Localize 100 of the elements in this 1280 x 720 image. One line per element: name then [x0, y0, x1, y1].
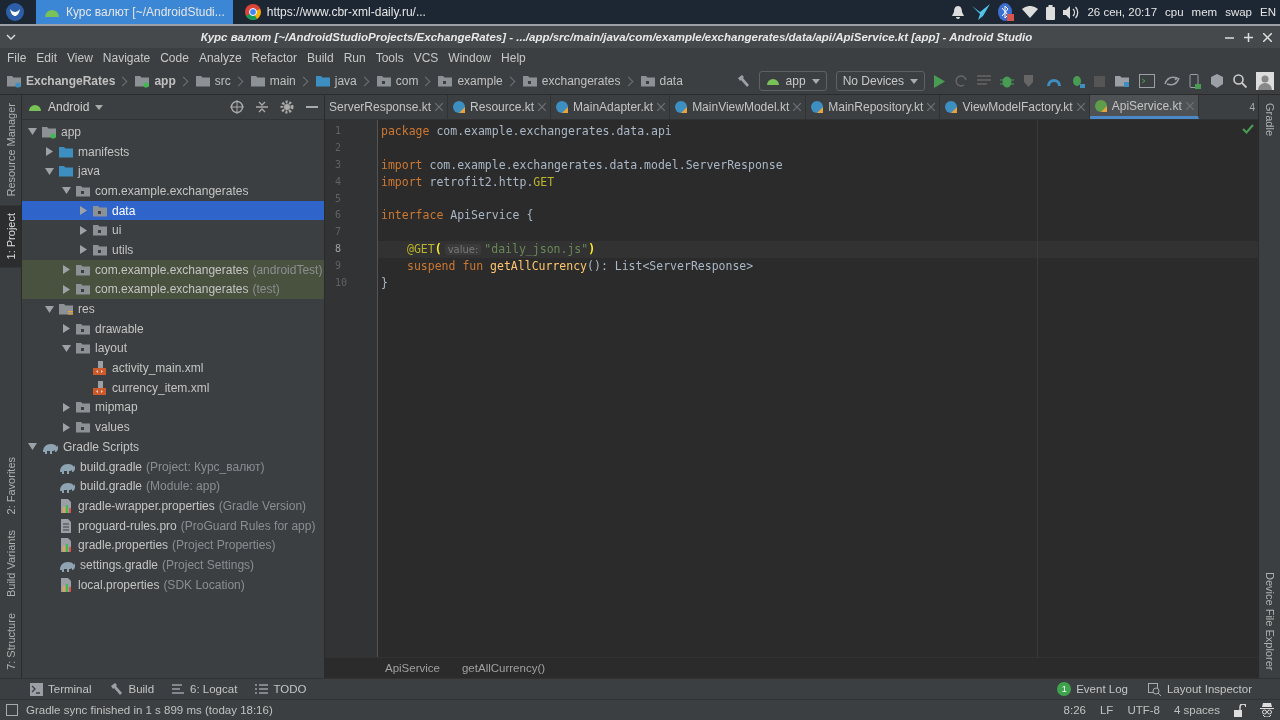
tree-item[interactable]: java	[22, 161, 324, 182]
user-icon[interactable]	[1256, 72, 1274, 90]
editor-tab[interactable]: Resource.kt	[448, 95, 552, 119]
tool-window-tab[interactable]: 1: Project	[0, 204, 21, 268]
menu-item[interactable]: Tools	[370, 51, 409, 65]
breadcrumb[interactable]: src	[194, 74, 231, 88]
tool-window-tab[interactable]: 6: Logcat	[172, 683, 238, 695]
editor-tab[interactable]: MainAdapter.kt	[551, 95, 671, 119]
collapsed-arrow-icon[interactable]	[62, 324, 71, 334]
tool-window-tab[interactable]: Resource Manager	[0, 95, 21, 205]
bug-icon[interactable]	[1000, 74, 1014, 88]
tree-item[interactable]: manifests	[22, 141, 324, 162]
status-item[interactable]: UTF-8	[1127, 704, 1160, 716]
editor-tab[interactable]: ServerResponse.kt	[325, 95, 449, 119]
menu-item[interactable]: Analyze	[193, 51, 247, 65]
sync-icon[interactable]	[1164, 74, 1180, 88]
menu-item[interactable]: Navigate	[97, 51, 156, 65]
tree-item[interactable]: com.example.exchangerates	[22, 181, 324, 201]
tree-item[interactable]: layout	[22, 338, 324, 359]
tree-item[interactable]: ui	[22, 220, 324, 241]
window-icon[interactable]	[6, 704, 18, 716]
expanded-arrow-icon[interactable]	[28, 442, 37, 452]
collapse-icon[interactable]	[256, 100, 268, 114]
code-breadcrumb[interactable]: ApiService	[385, 662, 440, 674]
menu-item[interactable]: VCS	[408, 51, 444, 65]
device-dropdown[interactable]: No Devices	[835, 71, 925, 91]
breadcrumb[interactable]: main	[249, 74, 296, 88]
tab-overflow[interactable]: 4	[1246, 95, 1258, 119]
maximize-icon[interactable]	[1244, 32, 1253, 42]
collapsed-arrow-icon[interactable]	[45, 147, 54, 157]
taskbar-button[interactable]: https://www.cbr-xml-daily.ru/...	[236, 0, 434, 24]
inspector-icon[interactable]	[1260, 703, 1274, 717]
settings-icon[interactable]	[280, 100, 294, 114]
tree-item[interactable]: build.gradle (Module: app)	[22, 476, 324, 497]
tool-window-tab[interactable]: Build	[109, 682, 155, 696]
tool-window-tab[interactable]: Build Variants	[0, 522, 21, 606]
breadcrumb[interactable]: example	[437, 74, 503, 88]
menu-item[interactable]: Run	[338, 51, 371, 65]
tree-item[interactable]: com.example.exchangerates (androidTest)	[22, 259, 324, 280]
editor-tab[interactable]: ApiService.kt	[1089, 95, 1199, 119]
tool-window-tab[interactable]: 1 Event Log	[1057, 682, 1128, 696]
tree-item[interactable]: mipmap	[22, 397, 324, 418]
tool-window-tab[interactable]: Layout Inspector	[1147, 682, 1252, 696]
menu-item[interactable]: Help	[496, 51, 531, 65]
menu-item[interactable]: Refactor	[246, 51, 302, 65]
menu-item[interactable]: Build	[301, 51, 339, 65]
tool-window-tab[interactable]: Device File Explorer	[1259, 563, 1280, 678]
expanded-arrow-icon[interactable]	[45, 304, 54, 314]
tool-window-tab[interactable]: Terminal	[30, 682, 92, 696]
status-item[interactable]: 4 spaces	[1173, 704, 1220, 716]
status-item[interactable]: LF	[1099, 704, 1114, 716]
tree-item[interactable]: res	[22, 299, 324, 319]
expanded-arrow-icon[interactable]	[28, 127, 37, 137]
speaker-icon[interactable]	[1063, 5, 1080, 19]
breadcrumb[interactable]: exchangerates	[521, 74, 621, 88]
breadcrumb[interactable]: ExchangeRates	[6, 74, 116, 88]
play-icon[interactable]	[934, 74, 945, 88]
wifi-icon[interactable]	[1022, 6, 1039, 18]
bluetooth-icon[interactable]	[998, 3, 1015, 21]
keyboard-layout[interactable]: EN	[1260, 6, 1276, 18]
tree-item[interactable]: com.example.exchangerates (test)	[22, 279, 324, 300]
cube-icon[interactable]	[1210, 74, 1224, 88]
tree-item[interactable]: values	[22, 417, 324, 437]
tree-item[interactable]: proguard-rules.pro (ProGuard Rules for app)	[22, 515, 324, 536]
tool-window-tab[interactable]: 7: Structure	[0, 605, 21, 678]
tool-window-tab[interactable]: Gradle	[1259, 95, 1280, 145]
clock[interactable]: 26 сен, 20:17	[1087, 6, 1158, 18]
minimize-icon[interactable]	[306, 105, 318, 109]
tree-item[interactable]: Gradle Scripts	[22, 437, 324, 457]
menu-item[interactable]: Edit	[31, 51, 63, 65]
breadcrumb[interactable]: data	[639, 74, 683, 88]
breadcrumb[interactable]: java	[314, 74, 357, 88]
editor-tab[interactable]: MainRepository.kt	[806, 95, 941, 119]
menu-item[interactable]: File	[2, 51, 32, 65]
tree-item[interactable]: drawable	[22, 318, 324, 339]
search-icon[interactable]	[1233, 74, 1247, 88]
bug-icon[interactable]	[1071, 74, 1085, 88]
editor-tab[interactable]: ViewModelFactory.kt	[940, 95, 1090, 119]
monitor-label[interactable]: cpu	[1165, 6, 1184, 18]
tree-item[interactable]: local.properties (SDK Location)	[22, 574, 324, 595]
phone-icon[interactable]	[1189, 73, 1201, 89]
terminal-icon[interactable]	[1139, 74, 1155, 88]
tree-item[interactable]: build.gradle (Project: Курс_валют)	[22, 456, 324, 477]
tree-item[interactable]: currency_item.xml	[22, 377, 324, 398]
code-breadcrumb[interactable]: getAllCurrency()	[461, 662, 546, 674]
crosshair-icon[interactable]	[230, 100, 244, 114]
chevron-icon[interactable]	[6, 34, 16, 40]
menu-item[interactable]: Window	[443, 51, 497, 65]
battery-icon[interactable]	[1046, 4, 1056, 20]
breadcrumb[interactable]: com	[375, 74, 419, 88]
tree-item[interactable]: settings.gradle (Project Settings)	[22, 555, 324, 575]
tool-window-tab[interactable]: 2: Favorites	[0, 448, 21, 523]
tree-item[interactable]: gradle-wrapper.properties (Gradle Version)	[22, 496, 324, 516]
menu-item[interactable]: View	[62, 51, 98, 65]
monitor-label[interactable]: swap	[1225, 6, 1252, 18]
tree-item[interactable]: app	[22, 122, 324, 142]
tree-item[interactable]: gradle.properties (Project Properties)	[22, 535, 324, 556]
tree-item[interactable]: activity_main.xml	[22, 358, 324, 378]
tree-item[interactable]: utils	[22, 240, 324, 260]
status-item[interactable]: 8:26	[1063, 704, 1086, 716]
